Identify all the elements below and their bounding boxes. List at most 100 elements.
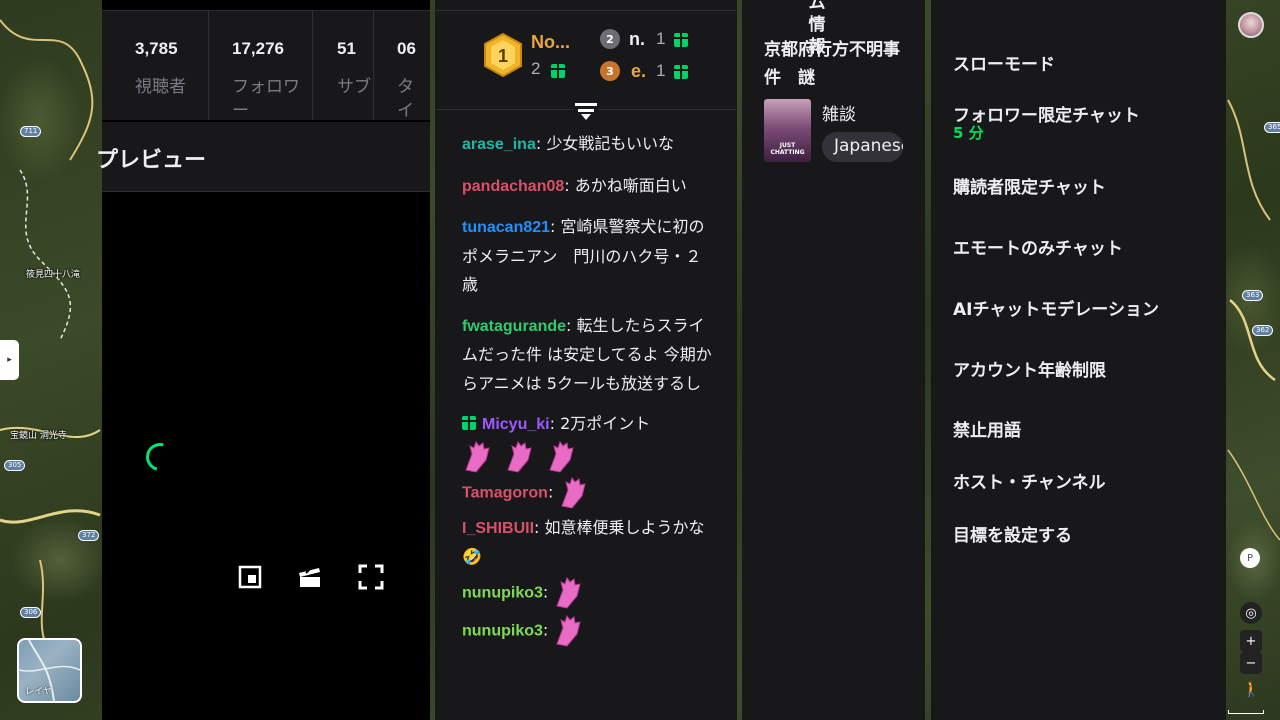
chat-message: Micyu_ki: 2万ポイント	[462, 410, 712, 474]
stream-title: 京都府行方不明事件 謎	[764, 40, 900, 88]
pink-hand-emote-icon	[556, 614, 582, 647]
chat-username[interactable]: fwatagurande	[462, 318, 566, 335]
my-location-icon[interactable]: ◎	[1240, 602, 1262, 624]
chat-message: nunupiko3:	[462, 576, 712, 610]
pink-hand-emote-icon	[556, 576, 582, 609]
route-shield: 372	[78, 530, 100, 541]
fullscreen-icon[interactable]	[358, 564, 384, 590]
chat-username[interactable]: pandachan08	[462, 178, 564, 195]
stream-info-panel: ム情報 京都府行方不明事件 謎 雑談 Japanese	[742, 0, 925, 720]
map-parking-pin-icon[interactable]: P	[1240, 548, 1260, 568]
emote-only-chat-setting[interactable]: エモートのみチャット	[953, 234, 1159, 295]
rank-1-badge-icon: 1	[484, 33, 522, 77]
route-shield: 306	[20, 607, 42, 618]
chat-username[interactable]: tunacan821	[462, 219, 550, 236]
account-age-restriction-setting[interactable]: アカウント年齢制限	[953, 356, 1159, 416]
route-shield: 365	[1264, 122, 1280, 133]
follower-only-chat-setting[interactable]: フォロワー限定チャット	[953, 101, 1159, 126]
stats-row: 3,785 視聴者 17,276 フォロワー 51 サブ 06 タイ	[102, 10, 430, 120]
rank-1-number: 1	[498, 46, 508, 66]
stream-tag[interactable]: Japanese	[822, 132, 903, 162]
leaderboard-first-name[interactable]: No...	[531, 32, 570, 53]
host-channel-setting[interactable]: ホスト・チャンネル	[953, 468, 1159, 521]
leaderboard-third-name[interactable]: e.	[631, 61, 646, 82]
preview-title: プレビュー	[96, 148, 207, 173]
chat-text: 少女戦記もいいな	[546, 134, 675, 153]
leaderboard-first-count: 2	[531, 59, 541, 78]
chat-message: tunacan821: 宮崎県警察犬に初のポメラニアン 門川のハク号・２歳	[462, 217, 705, 294]
collapse-leaderboard-icon[interactable]	[574, 100, 598, 122]
stream-category[interactable]: 雑談	[822, 100, 856, 125]
gift-icon	[551, 64, 565, 78]
pink-hand-emote-icon	[549, 440, 574, 473]
chat-username[interactable]: Tamagoron	[462, 484, 548, 501]
stat-label: フォロワー	[232, 77, 300, 120]
chat-text: あかね噺面白い	[574, 175, 687, 195]
stat-value: 51	[337, 39, 356, 58]
preview-header: プレビュー	[96, 122, 430, 192]
category-thumbnail[interactable]	[764, 99, 811, 162]
account-avatar[interactable]	[1238, 12, 1264, 38]
chat-message: arase_ina: 少女戦記もいいな	[462, 134, 675, 153]
map-label-falls: 筱見四十八滝	[26, 270, 81, 280]
loading-spinner-icon	[140, 437, 180, 477]
pink-hand-emote-icon	[465, 440, 490, 473]
chat-username[interactable]: nunupiko3	[462, 622, 543, 639]
stat-viewers: 3,785 視聴者	[102, 11, 209, 120]
set-goal-setting[interactable]: 目標を設定する	[953, 521, 1159, 546]
stat-time: 06 タイ	[374, 11, 430, 120]
map-layer-label: レイヤ	[25, 687, 52, 697]
chat-text: 2万ポイント	[560, 414, 651, 433]
stat-label: タイ	[397, 77, 414, 120]
map-label-temple: 宝鏡山 洞光寺	[10, 431, 67, 441]
ai-chat-moderation-setting[interactable]: AIチャットモデレーション	[953, 295, 1159, 356]
moderation-settings-panel: スローモード フォロワー限定チャット 5 分 購読者限定チャット エモートのみチ…	[931, 0, 1226, 720]
banned-words-setting[interactable]: 禁止用語	[953, 416, 1159, 468]
chat-message: I_SHIBUII: 如意棒便乗しようかな🤣	[462, 517, 705, 567]
chat-message: fwatagurande: 転生したらスライムだった件 は安定してるよ 今期から…	[462, 315, 712, 393]
sub-gift-badge-icon	[462, 416, 476, 430]
stream-stats-panel: 3,785 視聴者 17,276 フォロワー 51 サブ 06 タイ プレビュー	[96, 0, 430, 720]
chat-username[interactable]: Micyu_ki	[482, 416, 550, 433]
rank-2-badge-icon: 2	[600, 29, 620, 49]
gift-leaderboard: 1 No... 2 2 n. 1 3 e. 1	[435, 10, 737, 110]
clip-icon[interactable]	[297, 564, 323, 590]
stat-label: 視聴者	[135, 77, 186, 97]
route-shield: 363	[1242, 290, 1264, 301]
stat-subs: 51 サブ	[313, 11, 374, 120]
leaderboard-third-count: 1	[656, 61, 666, 80]
route-shield: 711	[20, 126, 42, 137]
route-shield: 305	[4, 460, 26, 471]
subscriber-only-chat-setting[interactable]: 購読者限定チャット	[953, 173, 1159, 234]
chat-message: pandachan08: あかね噺面白い	[462, 175, 687, 195]
slow-mode-setting[interactable]: スローモード	[953, 50, 1159, 101]
leaderboard-second-count: 1	[656, 29, 666, 48]
gift-icon	[674, 65, 688, 79]
chat-username[interactable]: nunupiko3	[462, 584, 543, 601]
chat-panel: 1 No... 2 2 n. 1 3 e. 1 arase_ina: 少女戦記も…	[435, 0, 737, 720]
route-shield: 362	[1252, 325, 1274, 336]
chat-message-list: arase_ina: 少女戦記もいいな pandachan08: あかね噺面白い…	[462, 130, 712, 660]
stat-value: 3,785	[135, 39, 178, 58]
map-side-panel-toggle[interactable]: ▸	[0, 340, 19, 380]
rank-3-badge-icon: 3	[600, 61, 620, 81]
gift-icon	[674, 33, 688, 47]
stat-value: 17,276	[232, 39, 284, 58]
chat-username[interactable]: I_SHIBUII	[462, 520, 534, 537]
chat-username[interactable]: arase_ina	[462, 136, 536, 153]
zoom-in-button[interactable]: +	[1240, 630, 1262, 652]
follower-only-duration: 5 分	[953, 124, 984, 142]
chat-message: Tamagoron:	[462, 476, 712, 510]
pink-hand-emote-icon	[507, 440, 532, 473]
stat-label: サブ	[337, 77, 371, 97]
street-view-pegman-icon[interactable]: 🚶	[1242, 680, 1261, 702]
zoom-out-button[interactable]: −	[1240, 652, 1262, 674]
stat-followers: 17,276 フォロワー	[209, 11, 313, 120]
stat-value: 06	[397, 39, 416, 58]
moderation-settings-list: スローモード フォロワー限定チャット 5 分 購読者限定チャット エモートのみチ…	[953, 50, 1159, 546]
leaderboard-second-name[interactable]: n.	[629, 29, 645, 50]
pink-hand-emote-icon	[561, 476, 587, 509]
map-layer-button[interactable]: レイヤ	[17, 638, 82, 703]
miniplayer-icon[interactable]	[237, 564, 263, 590]
map-scale-bar	[1228, 710, 1264, 714]
